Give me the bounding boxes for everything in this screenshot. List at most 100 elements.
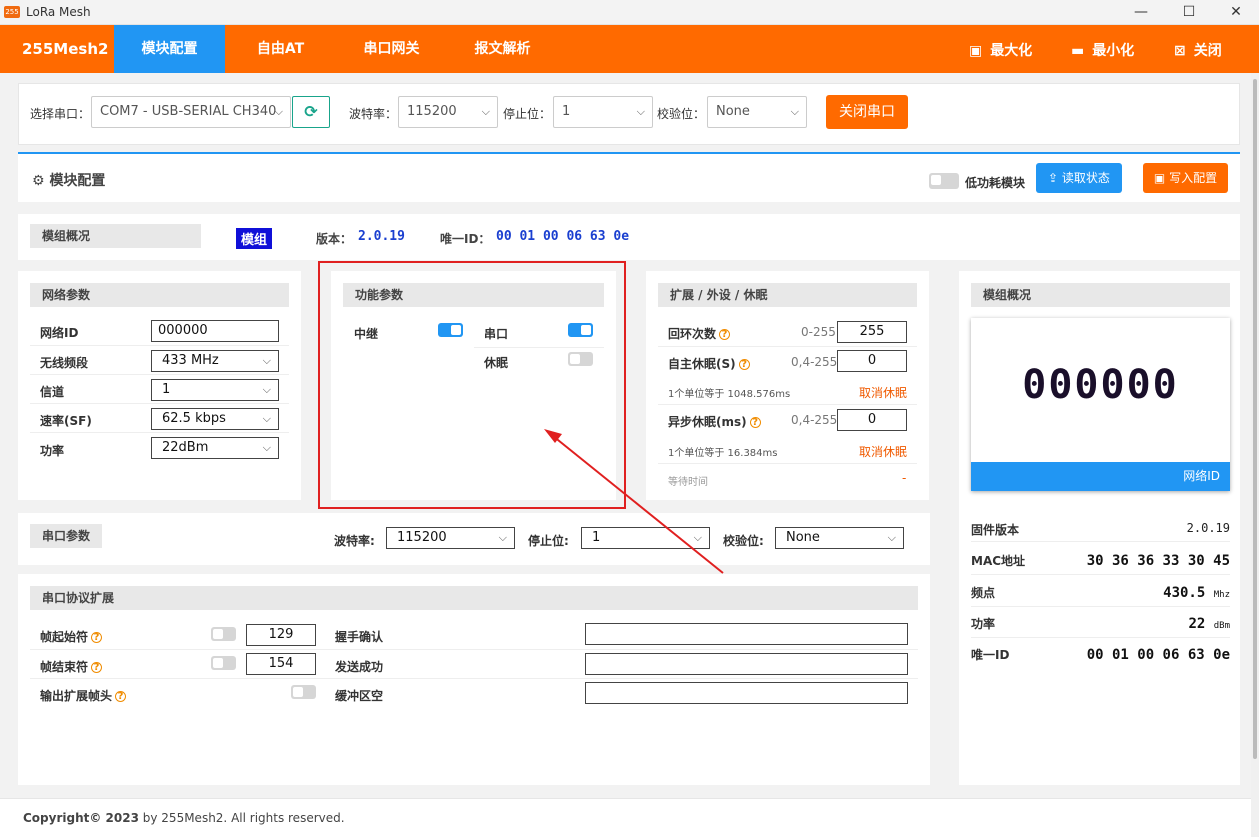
toggle-knob bbox=[213, 658, 223, 668]
maximize-label: 最大化 bbox=[990, 43, 1033, 59]
chevron-down-icon: ⌵ bbox=[274, 105, 283, 118]
uart-params-header: 串口参数 bbox=[30, 524, 102, 548]
uart-stop-value: 1 bbox=[592, 530, 601, 545]
channel-value: 1 bbox=[162, 382, 171, 397]
chevron-down-icon: ⌵ bbox=[481, 105, 490, 118]
upload-icon: ⇪ bbox=[1048, 171, 1062, 185]
close-button[interactable]: ⊠ 关闭 bbox=[1174, 40, 1222, 60]
side-uid-label: 唯一ID bbox=[971, 648, 1010, 662]
ext-params-header: 扩展 / 外设 / 休眠 bbox=[658, 283, 917, 307]
chevron-down-icon: ⌵ bbox=[262, 354, 271, 367]
minimize-button[interactable]: ▬ 最小化 bbox=[1071, 40, 1134, 60]
network-id-input[interactable]: 000000 bbox=[151, 320, 279, 342]
side-overview-panel: 模组概况 000000 网络ID 固件版本 2.0.19 MAC地址 30 36… bbox=[959, 271, 1240, 785]
uart-parity-value: None bbox=[786, 530, 820, 545]
write-config-label: 写入配置 bbox=[1169, 171, 1218, 185]
write-config-button[interactable]: ▣ 写入配置 bbox=[1143, 163, 1228, 193]
rate-select[interactable]: 62.5 kbps ⌵ bbox=[151, 408, 279, 430]
power-select[interactable]: 22dBm ⌵ bbox=[151, 437, 279, 459]
help-icon: ? bbox=[719, 329, 731, 340]
stop-bits-select[interactable]: 1 ⌵ bbox=[553, 96, 653, 128]
uart-baud-value: 115200 bbox=[397, 530, 447, 545]
freq-value: 430.5 bbox=[1163, 585, 1206, 601]
network-params-header: 网络参数 bbox=[30, 283, 289, 307]
minimize-label: 最小化 bbox=[1092, 43, 1135, 59]
end-char-toggle[interactable] bbox=[211, 656, 236, 670]
start-char-label: 帧起始符? bbox=[40, 628, 103, 645]
network-id-caption: 网络ID bbox=[971, 462, 1230, 491]
firmware-label: 固件版本 bbox=[971, 523, 1020, 537]
cancel-sleep-link-1[interactable]: 取消休眠 bbox=[859, 384, 907, 401]
handshake-input[interactable] bbox=[585, 623, 908, 645]
tab-module-config[interactable]: 模块配置 bbox=[114, 25, 225, 73]
chevron-down-icon: ⌵ bbox=[262, 383, 271, 396]
chevron-down-icon: ⌵ bbox=[262, 412, 271, 425]
start-char-toggle[interactable] bbox=[211, 627, 236, 641]
highlight-box bbox=[318, 261, 626, 509]
sent-input[interactable] bbox=[585, 653, 908, 675]
chevron-down-icon: ⌵ bbox=[693, 531, 702, 544]
band-label: 无线频段 bbox=[40, 356, 89, 370]
loop-input[interactable]: 255 bbox=[837, 321, 907, 343]
close-port-button[interactable]: 关闭串口 bbox=[826, 95, 908, 129]
window-title: LoRa Mesh bbox=[26, 5, 91, 19]
baud-label: 波特率： bbox=[349, 107, 398, 121]
baud-select[interactable]: 115200 ⌵ bbox=[398, 96, 498, 128]
module-config-title-text: 模块配置 bbox=[49, 173, 106, 189]
self-sleep-range: 0,4-255 bbox=[791, 355, 838, 369]
wait-label: 等待时间 bbox=[668, 477, 708, 488]
channel-select[interactable]: 1 ⌵ bbox=[151, 379, 279, 401]
maximize-button[interactable]: ▣ 最大化 bbox=[969, 40, 1032, 60]
uart-stop-select[interactable]: 1 ⌵ bbox=[581, 527, 710, 549]
mac-label: MAC地址 bbox=[971, 554, 1026, 568]
loop-range: 0-255 bbox=[801, 325, 836, 339]
module-badge: 模组 bbox=[236, 228, 273, 249]
help-icon: ? bbox=[91, 662, 103, 673]
self-sleep-input[interactable]: 0 bbox=[837, 350, 907, 372]
buffer-input[interactable] bbox=[585, 682, 908, 704]
close-icon[interactable]: ✕ bbox=[1213, 0, 1259, 25]
power-label: 功率 bbox=[40, 444, 65, 458]
uart-parity-select[interactable]: None ⌵ bbox=[775, 527, 904, 549]
title-bar: 255 LoRa Mesh — ☐ ✕ bbox=[0, 0, 1259, 25]
cancel-sleep-link-2[interactable]: 取消休眠 bbox=[859, 443, 907, 460]
network-id-label: 网络ID bbox=[40, 326, 79, 340]
uart-baud-select[interactable]: 115200 ⌵ bbox=[386, 527, 515, 549]
maximize-icon[interactable]: ☐ bbox=[1166, 0, 1212, 25]
tab-free-at[interactable]: 自由AT bbox=[225, 25, 336, 73]
async-sleep-input[interactable]: 0 bbox=[837, 409, 907, 431]
parity-value: None bbox=[716, 104, 750, 119]
end-char-input[interactable]: 154 bbox=[246, 653, 316, 675]
tab-serial-gateway[interactable]: 串口网关 bbox=[336, 25, 447, 73]
read-status-button[interactable]: ⇪ 读取状态 bbox=[1036, 163, 1122, 193]
chevron-down-icon: ⌵ bbox=[498, 531, 507, 544]
gear-icon: ⚙ bbox=[32, 173, 50, 189]
chevron-down-icon: ⌵ bbox=[790, 105, 799, 118]
low-power-toggle[interactable] bbox=[929, 173, 959, 189]
app-icon: 255 bbox=[4, 6, 20, 18]
port-label: 选择串口： bbox=[30, 107, 91, 121]
port-select[interactable]: COM7 - USB-SERIAL CH340 ⌵ bbox=[91, 96, 291, 128]
start-char-input[interactable]: 129 bbox=[246, 624, 316, 646]
scrollbar-thumb[interactable] bbox=[1253, 79, 1257, 759]
band-select[interactable]: 433 MHz ⌵ bbox=[151, 350, 279, 372]
nav-bar: 255Mesh2 模块配置 自由AT 串口网关 报文解析 ▣ 最大化 ▬ 最小化 ⊠… bbox=[0, 25, 1259, 73]
refresh-icon: ⟳ bbox=[304, 102, 318, 121]
chevron-down-icon: ⌵ bbox=[262, 441, 271, 454]
ext-header-toggle[interactable] bbox=[291, 685, 316, 699]
save-icon: ▣ bbox=[1153, 171, 1170, 185]
help-icon: ? bbox=[115, 691, 127, 702]
refresh-button[interactable]: ⟳ bbox=[292, 96, 330, 128]
minimize-icon[interactable]: — bbox=[1118, 0, 1164, 25]
parity-select[interactable]: None ⌵ bbox=[707, 96, 807, 128]
uid-value: 00 01 00 06 63 0e bbox=[496, 229, 630, 244]
help-icon: ? bbox=[738, 359, 750, 370]
scrollbar-track[interactable] bbox=[1251, 73, 1259, 837]
mac-value: 30 36 36 33 30 45 bbox=[1086, 553, 1230, 569]
tab-message-parse[interactable]: 报文解析 bbox=[447, 25, 558, 73]
brand-label[interactable]: 255Mesh2 bbox=[22, 40, 108, 58]
baud-value: 115200 bbox=[407, 104, 457, 119]
side-overview-header: 模组概况 bbox=[971, 283, 1230, 307]
power-value: 22dBm bbox=[162, 440, 209, 455]
network-id-display: 000000 bbox=[1022, 362, 1179, 408]
